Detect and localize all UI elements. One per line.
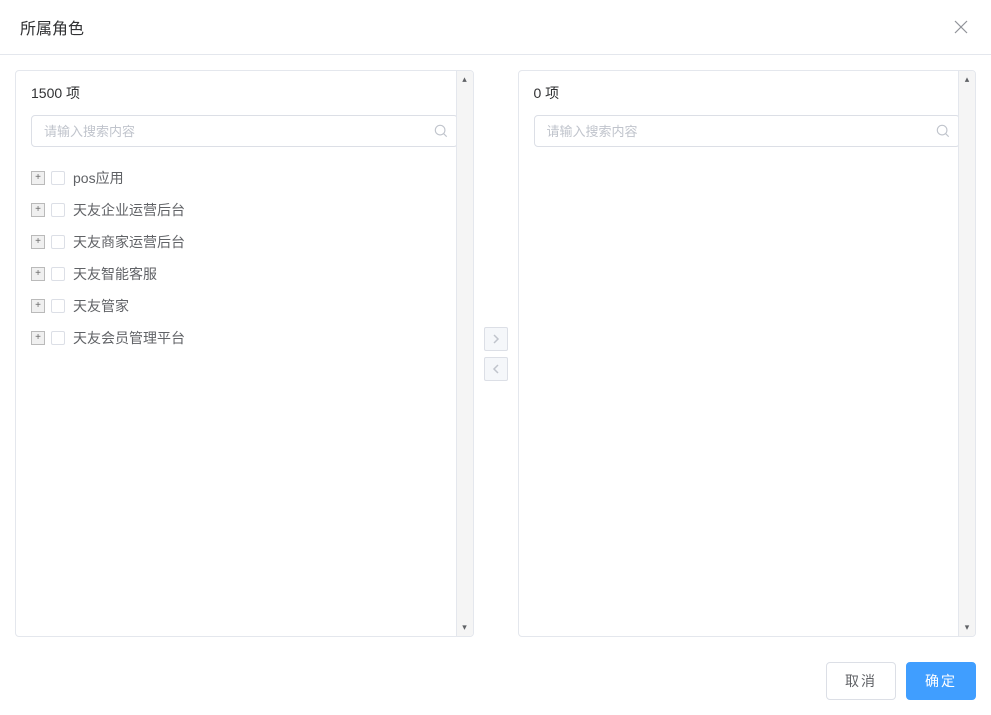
target-panel: 0 项 ▴ ▾ [518, 70, 977, 637]
scroll-track[interactable] [457, 88, 473, 619]
dialog-footer: 取消 确定 [0, 652, 991, 715]
tree-node: + pos应用 [31, 162, 458, 194]
expand-icon[interactable]: + [31, 235, 45, 249]
search-icon [434, 124, 448, 138]
tree-node: + 天友管家 [31, 290, 458, 322]
checkbox[interactable] [51, 267, 65, 281]
confirm-button[interactable]: 确定 [906, 662, 976, 700]
transfer-controls [484, 70, 508, 637]
target-search-input[interactable] [534, 115, 961, 147]
scroll-down-arrow[interactable]: ▾ [959, 619, 975, 636]
tree-node: + 天友企业运营后台 [31, 194, 458, 226]
scroll-track[interactable] [959, 88, 975, 619]
cancel-button[interactable]: 取消 [826, 662, 896, 700]
expand-icon[interactable]: + [31, 171, 45, 185]
target-count: 0 项 [519, 71, 976, 115]
target-scrollbar[interactable]: ▴ ▾ [958, 71, 975, 636]
search-input-wrap [534, 115, 961, 147]
source-tree: + pos应用 + 天友企业运营后台 + 天友商家运营后台 + [16, 157, 473, 636]
source-panel: 1500 项 + pos应用 [15, 70, 474, 637]
expand-icon[interactable]: + [31, 203, 45, 217]
scroll-up-arrow[interactable]: ▴ [959, 71, 975, 88]
source-count: 1500 项 [16, 71, 473, 115]
search-input-wrap [31, 115, 458, 147]
expand-icon[interactable]: + [31, 267, 45, 281]
chevron-left-icon [492, 364, 500, 374]
search-icon [936, 124, 950, 138]
expand-icon[interactable]: + [31, 299, 45, 313]
checkbox[interactable] [51, 203, 65, 217]
source-search-input[interactable] [31, 115, 458, 147]
close-button[interactable] [951, 17, 971, 37]
move-right-button[interactable] [484, 327, 508, 351]
checkbox[interactable] [51, 235, 65, 249]
checkbox[interactable] [51, 331, 65, 345]
tree-node: + 天友商家运营后台 [31, 226, 458, 258]
dialog-body: 1500 项 + pos应用 [0, 55, 991, 652]
node-label[interactable]: 天友会员管理平台 [73, 328, 185, 348]
role-dialog: 所属角色 1500 项 [0, 0, 991, 715]
tree-node: + 天友会员管理平台 [31, 322, 458, 354]
node-label[interactable]: 天友企业运营后台 [73, 200, 185, 220]
close-icon [954, 20, 968, 34]
node-label[interactable]: pos应用 [73, 168, 124, 188]
target-tree [519, 157, 976, 636]
chevron-right-icon [492, 334, 500, 344]
source-scrollbar[interactable]: ▴ ▾ [456, 71, 473, 636]
tree-node: + 天友智能客服 [31, 258, 458, 290]
move-left-button[interactable] [484, 357, 508, 381]
dialog-title: 所属角色 [20, 15, 84, 39]
node-label[interactable]: 天友商家运营后台 [73, 232, 185, 252]
node-label[interactable]: 天友智能客服 [73, 264, 157, 284]
target-search-wrap [519, 115, 976, 157]
checkbox[interactable] [51, 299, 65, 313]
scroll-down-arrow[interactable]: ▾ [457, 619, 473, 636]
scroll-up-arrow[interactable]: ▴ [457, 71, 473, 88]
node-label[interactable]: 天友管家 [73, 296, 129, 316]
expand-icon[interactable]: + [31, 331, 45, 345]
dialog-header: 所属角色 [0, 0, 991, 55]
source-search-wrap [16, 115, 473, 157]
checkbox[interactable] [51, 171, 65, 185]
